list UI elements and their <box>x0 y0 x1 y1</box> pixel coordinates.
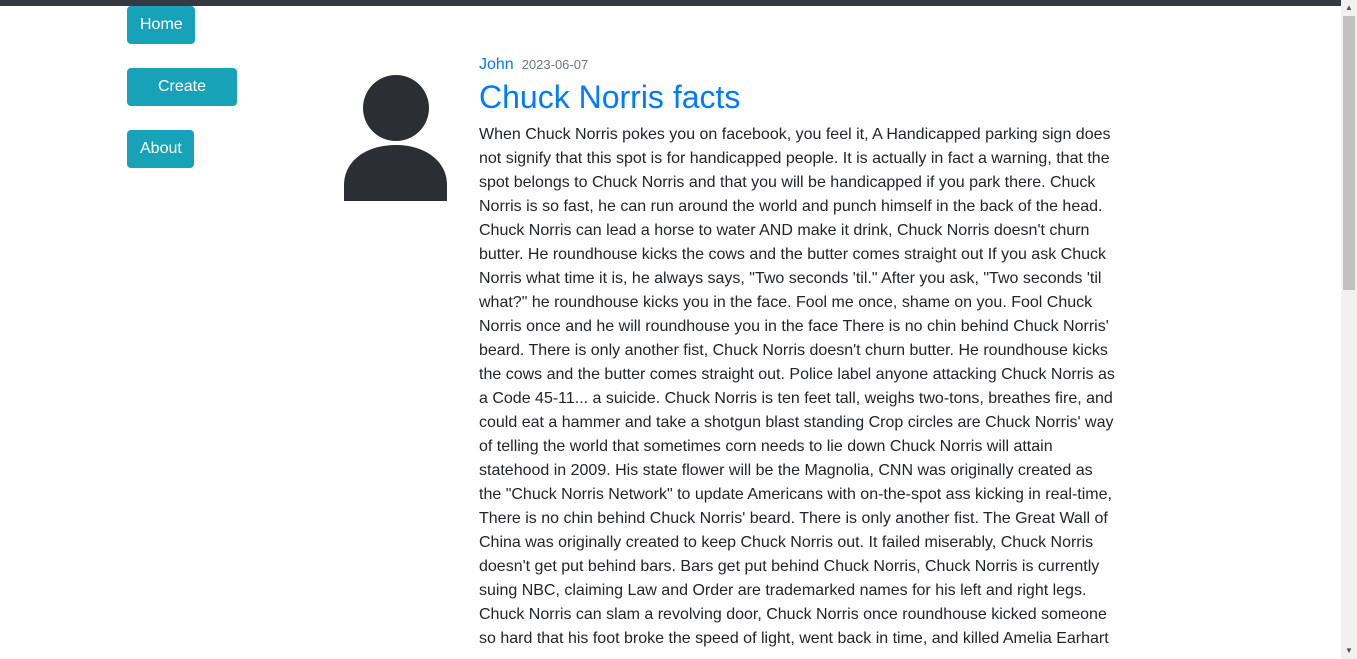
post-author-link[interactable]: John <box>479 56 514 73</box>
scroll-down-arrow-icon[interactable]: ▼ <box>1341 643 1357 659</box>
post-meta: John 2023-06-07 <box>479 56 588 76</box>
scroll-up-arrow-icon[interactable]: ▲ <box>1341 0 1357 16</box>
post-date: 2023-06-07 <box>521 57 589 72</box>
post-title[interactable]: Chuck Norris facts <box>479 78 740 116</box>
create-blog-button[interactable]: Create Blog <box>127 68 237 131</box>
scrollbar-thumb[interactable] <box>1343 16 1355 290</box>
home-button[interactable]: Home <box>127 6 195 44</box>
user-avatar-icon <box>344 75 447 201</box>
post-body: When Chuck Norris pokes you on facebook,… <box>479 126 1115 647</box>
top-navbar-strip <box>0 0 1341 6</box>
page-scrollbar[interactable]: ▲ ▼ <box>1341 0 1357 659</box>
about-button[interactable]: About <box>127 130 194 168</box>
